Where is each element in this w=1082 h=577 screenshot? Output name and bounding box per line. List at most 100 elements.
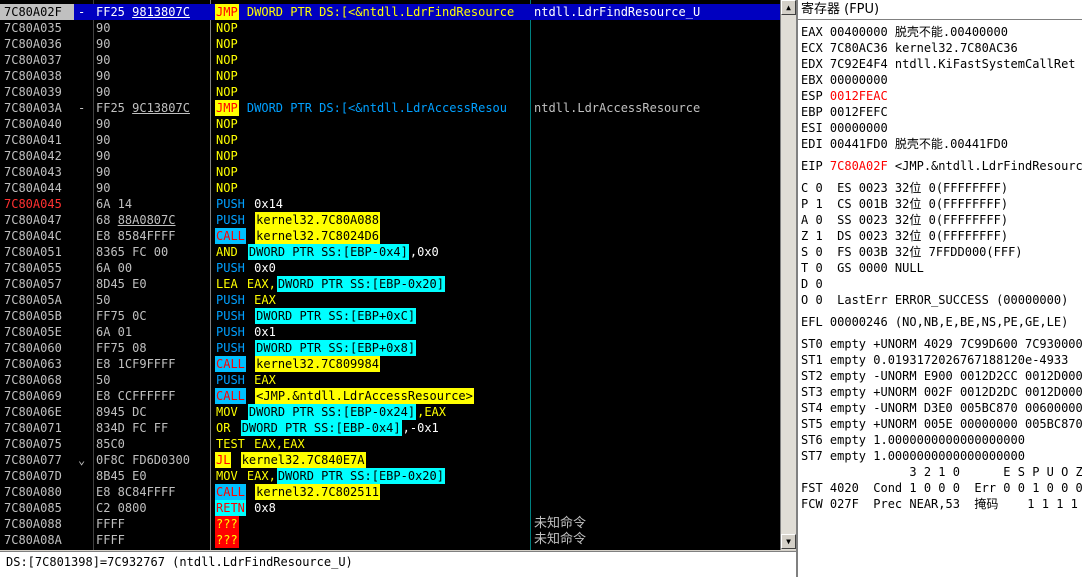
disassembly-pane[interactable]: 7C80A02F - FF25 9813807C JMP DWORD PTR DS:[… <box>0 0 780 550</box>
register-line[interactable]: ESI 00000000 <box>801 120 1082 136</box>
disasm-row[interactable]: 7C80A075 85C0 TEST EAX,EAX <box>0 436 780 452</box>
hex-bytes: FF25 9C13807C <box>96 101 190 115</box>
register-line[interactable]: ST7 empty 1.0000000000000000000 <box>801 448 1082 464</box>
register-line[interactable]: ST0 empty +UNORM 4029 7C99D600 7C930000 <box>801 336 1082 352</box>
instruction: PUSH EAX <box>215 372 277 388</box>
disassembly-scrollbar[interactable]: ▲ ▼ <box>780 0 796 550</box>
address: 7C80A055 <box>4 261 62 275</box>
disasm-row[interactable]: 7C80A040 90 NOP <box>0 116 780 132</box>
register-line[interactable]: ESP 0012FEAC <box>801 88 1082 104</box>
jump-marker: - <box>78 5 86 19</box>
register-line[interactable]: EFL 00000246 (NO,NB,E,BE,NS,PE,GE,LE) <box>801 314 1082 330</box>
disasm-row[interactable]: 7C80A047 68 88A0807C PUSH kernel32.7C80A08… <box>0 212 780 228</box>
mnemonic: NOP <box>216 69 238 83</box>
disasm-row[interactable]: 7C80A063 E8 1CF9FFFF CALL kernel32.7C80998… <box>0 356 780 372</box>
register-line[interactable]: D 0 <box>801 276 1082 292</box>
mnemonic: NOP <box>216 165 238 179</box>
register-line[interactable]: ST5 empty +UNORM 005E 00000000 005BC870 <box>801 416 1082 432</box>
register-line[interactable]: FST 4020 Cond 1 0 0 0 Err 0 0 1 0 0 0 0 … <box>801 480 1082 496</box>
operand: EAX, <box>239 469 276 483</box>
address: 7C80A075 <box>4 437 62 451</box>
register-line[interactable]: ST2 empty -UNORM E900 0012D2CC 0012D000 <box>801 368 1082 384</box>
register-line[interactable]: ST4 empty -UNORM D3E0 005BC870 00600000 <box>801 400 1082 416</box>
disasm-row[interactable]: 7C80A057 8D45 E0 LEA EAX, DWORD PTR SS:[EBP… <box>0 276 780 292</box>
register-line[interactable]: 3 2 1 0 E S P U O Z D I <box>801 464 1082 480</box>
disasm-row[interactable]: 7C80A04C E8 8584FFFF CALL kernel32.7C8024D… <box>0 228 780 244</box>
hex-bytes: 6A 01 <box>96 325 133 339</box>
disasm-row[interactable]: 7C80A051 8365 FC 00 AND DWORD PTR SS:[EBP-… <box>0 244 780 260</box>
register-line[interactable]: O 0 LastErr ERROR_SUCCESS (00000000) <box>801 292 1082 308</box>
disasm-row[interactable]: 7C80A071 834D FC FF OR DWORD PTR SS:[EBP-0… <box>0 420 780 436</box>
register-line[interactable]: A 0 SS 0023 32位 0(FFFFFFFF) <box>801 212 1082 228</box>
instruction: ??? <box>215 532 239 548</box>
disasm-row[interactable]: 7C80A07D 8B45 E0 MOV EAX, DWORD PTR SS:[EBP… <box>0 468 780 484</box>
disasm-row[interactable]: 7C80A060 FF75 08 PUSH DWORD PTR SS:[EBP+0x… <box>0 340 780 356</box>
mnemonic: MOV <box>216 469 238 483</box>
register-line[interactable]: EAX 00400000 脱壳不能.00400000 <box>801 24 1082 40</box>
disasm-row[interactable]: 7C80A041 90 NOP <box>0 132 780 148</box>
register-line[interactable]: ST3 empty +UNORM 002F 0012D2DC 0012D000 <box>801 384 1082 400</box>
disasm-row[interactable]: 7C80A085 C2 0800 RETN 0x8 <box>0 500 780 516</box>
disasm-row[interactable]: 7C80A037 90 NOP <box>0 52 780 68</box>
registers-title[interactable]: 寄存器 (FPU) <box>798 0 1082 20</box>
address: 7C80A068 <box>4 373 62 387</box>
instruction: MOV DWORD PTR SS:[EBP-0x24] ,EAX <box>215 404 447 420</box>
instruction: ??? <box>215 516 239 532</box>
disasm-row[interactable]: 7C80A05B FF75 0C PUSH DWORD PTR SS:[EBP+0x… <box>0 308 780 324</box>
disasm-row[interactable]: 7C80A06E 8945 DC MOV DWORD PTR SS:[EBP-0x2… <box>0 404 780 420</box>
hex-bytes: E8 8584FFFF <box>96 229 176 243</box>
disasm-row[interactable]: 7C80A055 6A 00 PUSH 0x0 <box>0 260 780 276</box>
operand: 0x8 <box>246 501 276 515</box>
register-line[interactable]: EBP 0012FEFC <box>801 104 1082 120</box>
registers-pane[interactable]: 寄存器 (FPU) EAX 00400000 脱壳不能.00400000 ECX … <box>796 0 1082 577</box>
disasm-row[interactable]: 7C80A068 50 PUSH EAX <box>0 372 780 388</box>
register-line[interactable]: EIP 7C80A02F <JMP.&ntdll.LdrFindResource… <box>801 158 1082 174</box>
hex-bytes: FF75 08 <box>96 341 147 355</box>
disasm-row[interactable]: 7C80A039 90 NOP <box>0 84 780 100</box>
disasm-row[interactable]: 7C80A03A - FF25 9C13807C JMP DWORD PTR DS:[… <box>0 100 780 116</box>
operand: DWORD PTR DS:[<&ntdll.LdrFindResource <box>239 5 515 19</box>
scroll-up-button[interactable]: ▲ <box>781 0 796 15</box>
instruction: AND DWORD PTR SS:[EBP-0x4] ,0x0 <box>215 244 440 260</box>
register-line[interactable]: EDX 7C92E4F4 ntdll.KiFastSystemCallRet <box>801 56 1082 72</box>
disasm-row[interactable]: 7C80A042 90 NOP <box>0 148 780 164</box>
disasm-row[interactable]: 7C80A043 90 NOP <box>0 164 780 180</box>
mnemonic: NOP <box>216 117 238 131</box>
disasm-row[interactable]: 7C80A038 90 NOP <box>0 68 780 84</box>
register-line[interactable]: ECX 7C80AC36 kernel32.7C80AC36 <box>801 40 1082 56</box>
register-line[interactable]: ST6 empty 1.0000000000000000000 <box>801 432 1082 448</box>
register-line[interactable]: EBX 00000000 <box>801 72 1082 88</box>
instruction: PUSH EAX <box>215 292 277 308</box>
disasm-row[interactable]: 7C80A088 FFFF??? 未知命令 <box>0 516 780 532</box>
address: 7C80A02F <box>0 4 74 20</box>
disasm-row[interactable]: 7C80A080 E8 8C84FFFF CALL kernel32.7C80251… <box>0 484 780 500</box>
register-line[interactable]: S 0 FS 003B 32位 7FFDD000(FFF) <box>801 244 1082 260</box>
disasm-row[interactable]: 7C80A02F - FF25 9813807C JMP DWORD PTR DS:[… <box>0 4 780 20</box>
operand: DWORD PTR SS:[EBP-0x20] <box>276 468 445 484</box>
disasm-row[interactable]: 7C80A08A FFFF??? 未知命令 <box>0 532 780 548</box>
operand: kernel32.7C802511 <box>255 484 380 500</box>
register-line[interactable]: T 0 GS 0000 NULL <box>801 260 1082 276</box>
disasm-row[interactable]: 7C80A036 90 NOP <box>0 36 780 52</box>
disasm-row[interactable]: 7C80A077 ⌄ 0F8C FD6D0300 JL kernel32.7C840E… <box>0 452 780 468</box>
disasm-row[interactable]: 7C80A069 E8 CCFFFFFF CALL <JMP.&ntdll.LdrA… <box>0 388 780 404</box>
register-line[interactable]: EDI 00441FD0 脱壳不能.00441FD0 <box>801 136 1082 152</box>
disasm-row[interactable]: 7C80A05E 6A 01 PUSH 0x1 <box>0 324 780 340</box>
address: 7C80A057 <box>4 277 62 291</box>
disasm-row[interactable]: 7C80A044 90 NOP <box>0 180 780 196</box>
register-line[interactable]: C 0 ES 0023 32位 0(FFFFFFFF) <box>801 180 1082 196</box>
instruction: RETN 0x8 <box>215 500 277 516</box>
register-line[interactable]: FCW 027F Prec NEAR,53 掩码 1 1 1 1 1 1 <box>801 496 1082 512</box>
register-line[interactable]: Z 1 DS 0023 32位 0(FFFFFFFF) <box>801 228 1082 244</box>
disasm-row[interactable]: 7C80A05A 50 PUSH EAX <box>0 292 780 308</box>
operand: DWORD PTR SS:[EBP-0x4] <box>247 244 409 260</box>
register-line[interactable]: P 1 CS 001B 32位 0(FFFFFFFF) <box>801 196 1082 212</box>
operand: DWORD PTR SS:[EBP+0xC] <box>255 308 417 324</box>
operand <box>231 420 240 436</box>
register-line[interactable]: ST1 empty 0.0193172026767188120e-4933 <box>801 352 1082 368</box>
disasm-row[interactable]: 7C80A035 90 NOP <box>0 20 780 36</box>
mnemonic: OR <box>216 421 231 435</box>
scroll-down-button[interactable]: ▼ <box>781 534 796 549</box>
mnemonic: PUSH <box>216 213 245 227</box>
disasm-row[interactable]: 7C80A045 6A 14 PUSH 0x14 <box>0 196 780 212</box>
